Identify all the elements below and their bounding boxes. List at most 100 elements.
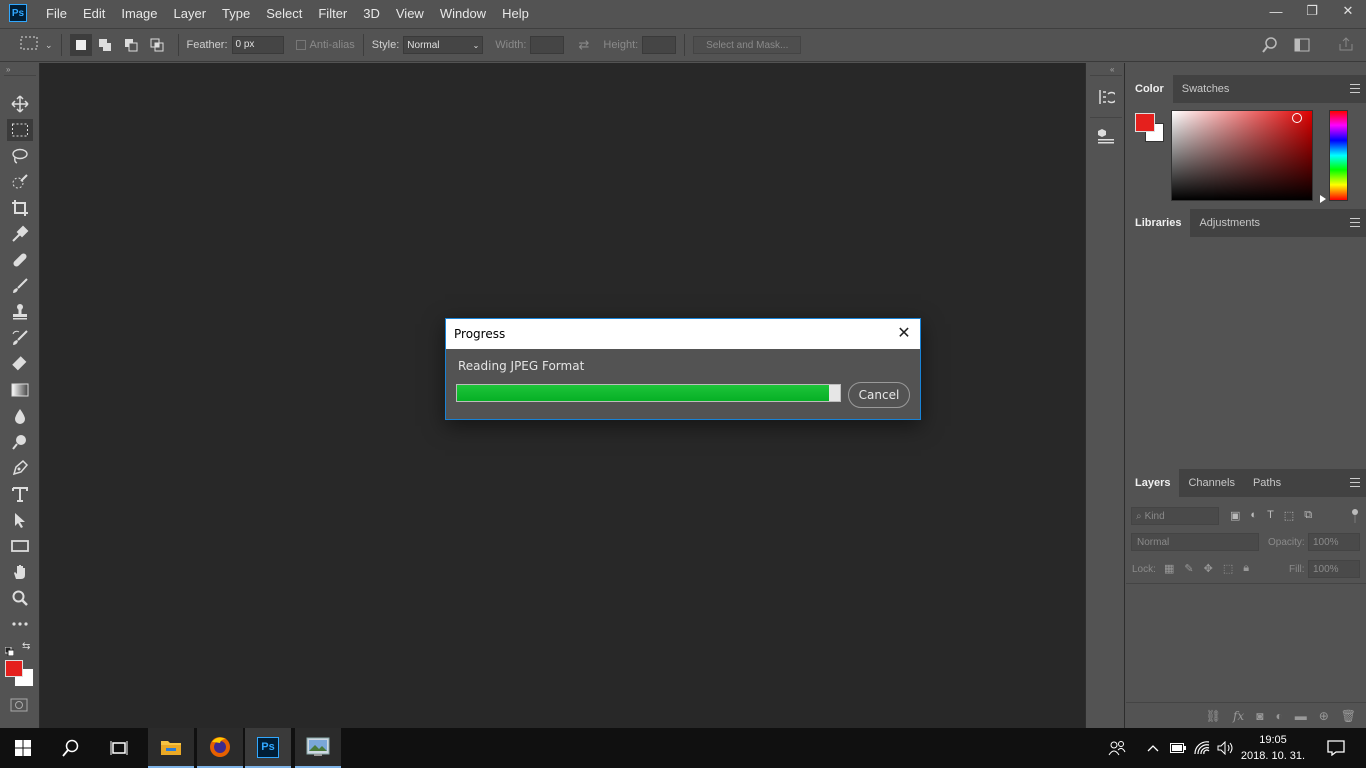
move-tool[interactable] bbox=[7, 93, 33, 115]
subtract-selection-button[interactable] bbox=[118, 38, 144, 52]
lock-image-icon[interactable]: ✎ bbox=[1184, 562, 1193, 575]
rectangle-tool[interactable] bbox=[7, 535, 33, 557]
crop-tool[interactable] bbox=[7, 197, 33, 219]
add-selection-button[interactable] bbox=[92, 38, 118, 52]
close-icon[interactable]: ✕ bbox=[896, 325, 912, 341]
style-select[interactable]: Normal ⌄ bbox=[403, 36, 484, 54]
tab-paths[interactable]: Paths bbox=[1244, 469, 1290, 497]
filter-toggle-icon[interactable] bbox=[1351, 509, 1359, 523]
marquee-tool[interactable] bbox=[7, 119, 33, 141]
layers-panel-menu-icon[interactable] bbox=[1350, 478, 1360, 487]
pixel-filter-icon[interactable]: ▣ bbox=[1230, 509, 1240, 522]
height-input[interactable] bbox=[642, 36, 677, 54]
menu-help[interactable]: Help bbox=[494, 6, 537, 21]
cancel-button[interactable]: Cancel bbox=[848, 382, 910, 408]
foreground-color-swatch[interactable] bbox=[5, 660, 23, 677]
blur-tool[interactable] bbox=[7, 405, 33, 427]
adjustment-layer-icon[interactable]: ◐ bbox=[1275, 709, 1282, 723]
feather-input[interactable]: 0 px bbox=[231, 36, 284, 54]
search-icon[interactable] bbox=[1262, 37, 1278, 56]
layer-style-icon[interactable]: fx bbox=[1233, 709, 1244, 723]
shape-filter-icon[interactable]: ⬚ bbox=[1284, 509, 1294, 522]
lock-artboard-icon[interactable]: ⬚ bbox=[1223, 562, 1233, 575]
select-and-mask-button[interactable]: Select and Mask... bbox=[693, 36, 802, 54]
fill-input[interactable]: 100% bbox=[1308, 560, 1360, 578]
link-layers-icon[interactable]: ⛓ bbox=[1206, 709, 1221, 723]
brush-tool[interactable] bbox=[7, 275, 33, 297]
layer-mask-icon[interactable]: ◙ bbox=[1256, 709, 1263, 723]
properties-panel-icon[interactable] bbox=[1097, 127, 1115, 150]
libraries-panel-menu-icon[interactable] bbox=[1350, 218, 1360, 227]
lock-position-icon[interactable]: ✥ bbox=[1204, 562, 1213, 575]
adjustment-filter-icon[interactable]: ◐ bbox=[1250, 509, 1257, 522]
system-clock[interactable]: 19:05 2018. 10. 31. bbox=[1238, 732, 1308, 764]
layer-filter-select[interactable]: ⌕ Kind bbox=[1131, 507, 1219, 525]
menu-image[interactable]: Image bbox=[113, 6, 165, 21]
start-button[interactable] bbox=[0, 728, 46, 768]
restore-button[interactable]: ❐ bbox=[1294, 0, 1330, 22]
show-hidden-icons-icon[interactable] bbox=[1140, 728, 1166, 768]
color-field[interactable] bbox=[1171, 110, 1313, 201]
taskbar-photoshop[interactable]: Ps bbox=[245, 728, 291, 768]
new-selection-button[interactable] bbox=[69, 34, 92, 56]
eyedropper-tool[interactable] bbox=[7, 223, 33, 245]
hue-slider[interactable] bbox=[1329, 110, 1348, 201]
taskbar-file-explorer[interactable] bbox=[148, 728, 194, 768]
new-group-icon[interactable]: ▬ bbox=[1295, 709, 1307, 723]
volume-icon[interactable] bbox=[1214, 728, 1238, 768]
tab-libraries[interactable]: Libraries bbox=[1126, 209, 1191, 237]
lock-all-icon[interactable]: 🔒︎ bbox=[1243, 562, 1249, 575]
menu-type[interactable]: Type bbox=[214, 6, 258, 21]
minimize-button[interactable]: — bbox=[1258, 0, 1294, 22]
blend-mode-select[interactable]: Normal bbox=[1131, 533, 1259, 551]
healing-tool[interactable] bbox=[7, 249, 33, 271]
marquee-preset-button[interactable] bbox=[20, 36, 42, 54]
tab-color[interactable]: Color bbox=[1126, 75, 1173, 103]
pen-tool[interactable] bbox=[7, 457, 33, 479]
gradient-tool[interactable] bbox=[7, 379, 33, 401]
swap-icon[interactable]: ⇄ bbox=[578, 37, 589, 53]
taskbar-image-viewer[interactable] bbox=[295, 728, 341, 768]
lock-transparent-icon[interactable]: ▦ bbox=[1164, 562, 1174, 575]
collapse-panels-icon[interactable]: « bbox=[1110, 65, 1114, 74]
history-brush-tool[interactable] bbox=[7, 327, 33, 349]
close-window-button[interactable]: ✕ bbox=[1330, 0, 1366, 22]
opacity-input[interactable]: 100% bbox=[1308, 533, 1360, 551]
antialias-checkbox[interactable] bbox=[295, 40, 306, 50]
eraser-tool[interactable] bbox=[7, 353, 33, 375]
collapse-tools-icon[interactable]: » bbox=[6, 65, 10, 74]
quick-select-tool[interactable] bbox=[7, 171, 33, 193]
people-icon[interactable] bbox=[1097, 728, 1137, 768]
hand-tool[interactable] bbox=[7, 561, 33, 583]
intersect-selection-button[interactable] bbox=[144, 38, 170, 52]
stamp-tool[interactable] bbox=[7, 301, 33, 323]
tab-adjustments[interactable]: Adjustments bbox=[1190, 209, 1269, 237]
dodge-tool[interactable] bbox=[7, 431, 33, 453]
type-tool[interactable] bbox=[7, 483, 33, 505]
battery-icon[interactable] bbox=[1166, 728, 1190, 768]
width-input[interactable] bbox=[530, 36, 565, 54]
quick-mask-icon[interactable] bbox=[10, 698, 28, 717]
workspace-icon[interactable] bbox=[1294, 38, 1310, 55]
tab-layers[interactable]: Layers bbox=[1126, 469, 1180, 497]
lasso-tool[interactable] bbox=[7, 145, 33, 167]
tab-swatches[interactable]: Swatches bbox=[1173, 75, 1239, 103]
history-panel-icon[interactable] bbox=[1097, 88, 1118, 111]
menu-edit[interactable]: Edit bbox=[75, 6, 113, 21]
menu-filter[interactable]: Filter bbox=[310, 6, 355, 21]
menu-window[interactable]: Window bbox=[432, 6, 494, 21]
hue-slider-handle[interactable] bbox=[1320, 195, 1326, 203]
menu-file[interactable]: File bbox=[38, 6, 75, 21]
wifi-icon[interactable] bbox=[1190, 728, 1214, 768]
more-tools-button[interactable] bbox=[7, 613, 33, 635]
menu-view[interactable]: View bbox=[388, 6, 432, 21]
search-button[interactable] bbox=[48, 728, 94, 768]
taskbar-firefox[interactable] bbox=[197, 728, 243, 768]
type-filter-icon[interactable]: T bbox=[1267, 509, 1274, 522]
delete-layer-icon[interactable]: 🗑︎ bbox=[1341, 709, 1356, 723]
color-panel-foreground-swatch[interactable] bbox=[1135, 113, 1155, 132]
share-icon[interactable] bbox=[1338, 36, 1354, 55]
menu-select[interactable]: Select bbox=[258, 6, 310, 21]
path-select-tool[interactable] bbox=[7, 509, 33, 531]
smart-object-filter-icon[interactable]: ⧉ bbox=[1304, 509, 1312, 522]
